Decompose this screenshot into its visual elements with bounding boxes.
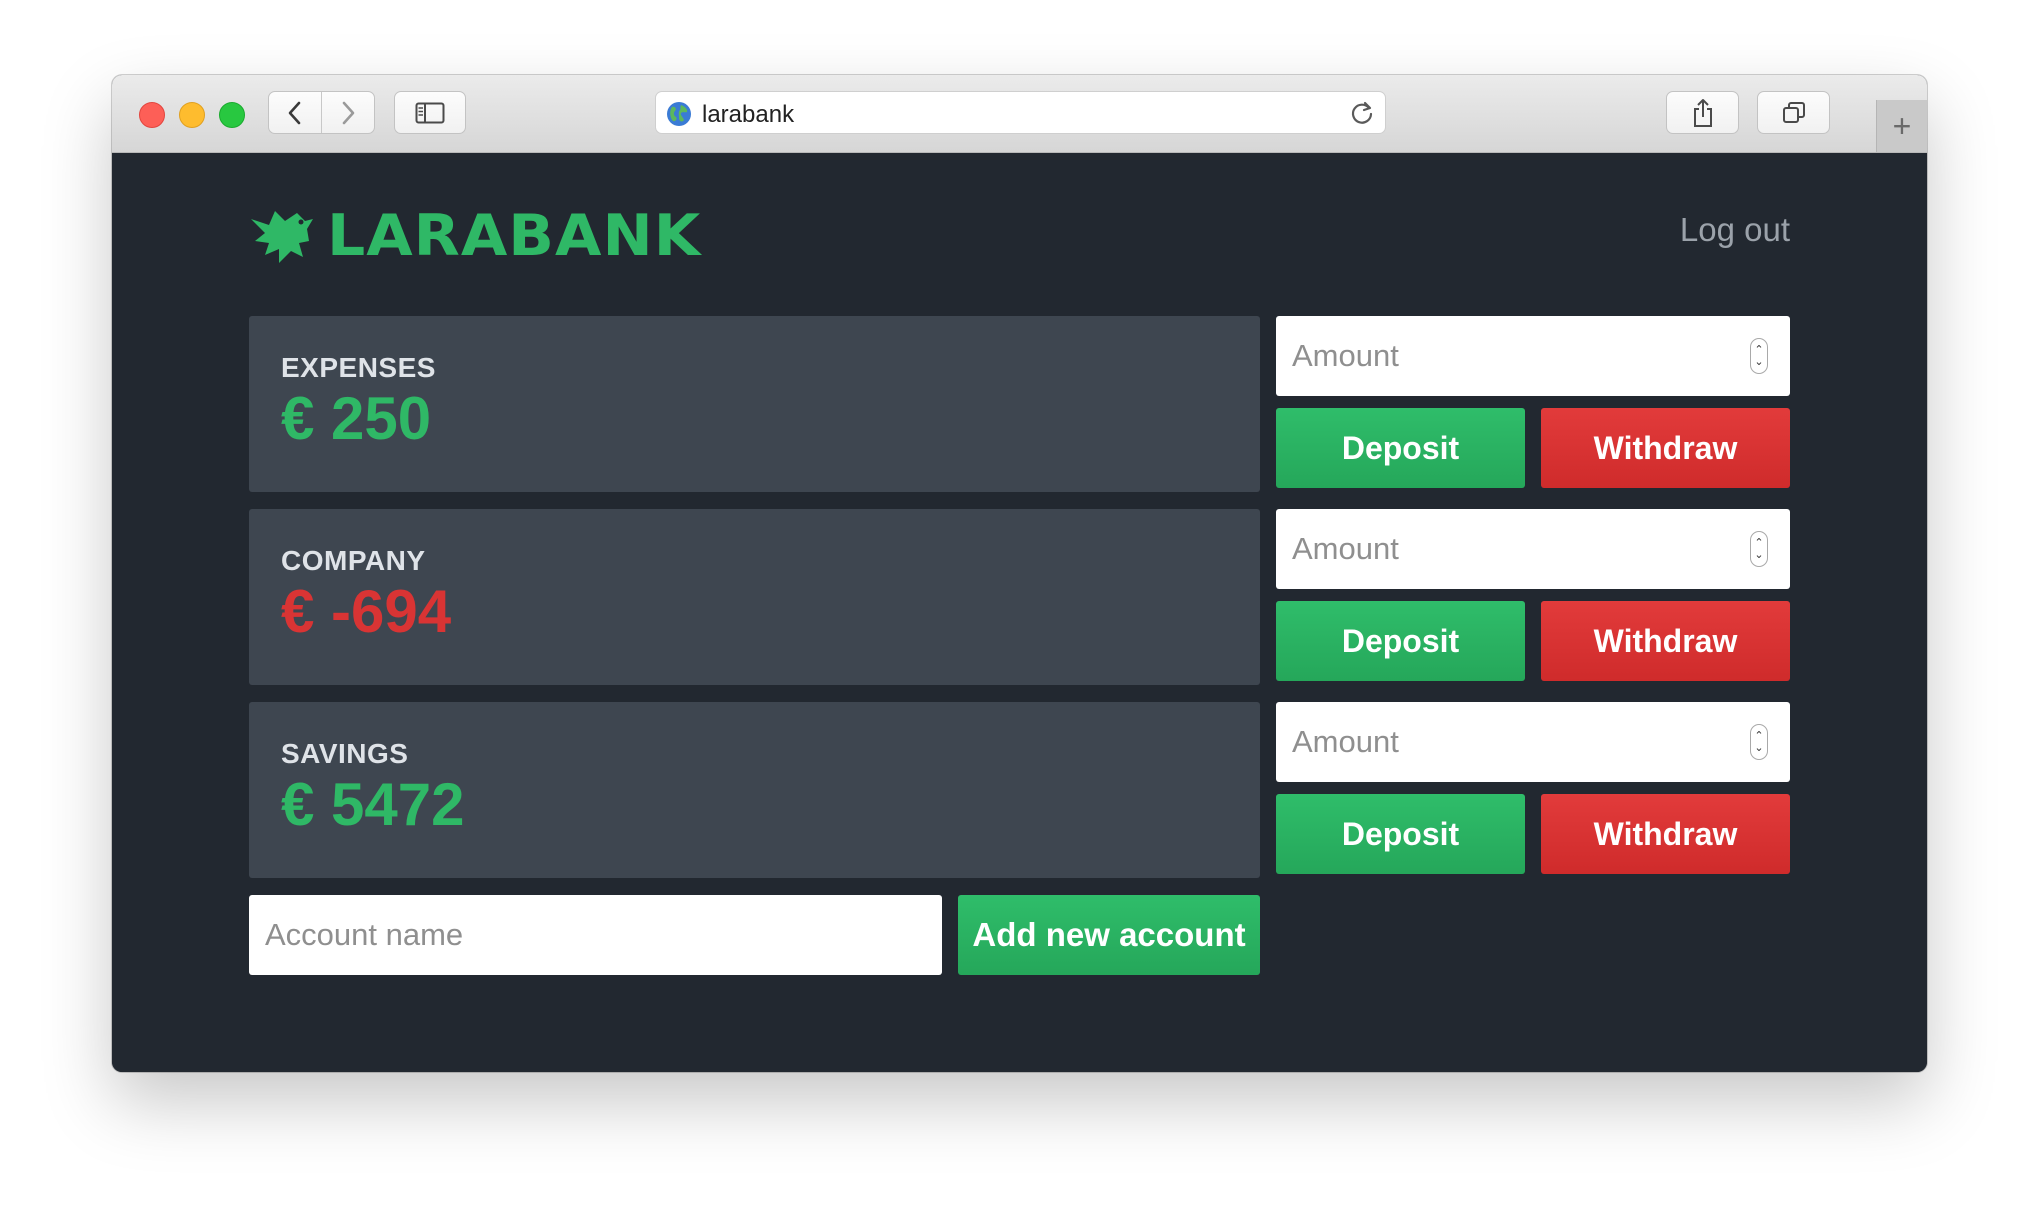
amount-placeholder: Amount bbox=[1292, 724, 1399, 759]
amount-input[interactable]: Amount ⌃ ⌄ bbox=[1276, 702, 1790, 782]
browser-toolbar: larabank + bbox=[112, 75, 1927, 153]
reload-icon[interactable] bbox=[1349, 99, 1375, 127]
account-name: COMPANY bbox=[281, 545, 426, 576]
page-content: LARABANK Log out EXPENSES € 250 Amount ⌃… bbox=[112, 153, 1927, 1072]
number-stepper-icon[interactable]: ⌃ ⌄ bbox=[1750, 338, 1768, 374]
account-balance: € 5472 bbox=[281, 771, 465, 838]
address-bar[interactable]: larabank bbox=[655, 91, 1386, 134]
history-navigation bbox=[268, 91, 375, 134]
account-card-company: COMPANY € -694 bbox=[249, 509, 1260, 685]
share-button[interactable] bbox=[1666, 91, 1739, 134]
bird-logo-icon bbox=[251, 211, 313, 263]
globe-icon bbox=[667, 102, 691, 126]
forward-button[interactable] bbox=[321, 92, 374, 133]
brand-logo[interactable]: LARABANK bbox=[249, 201, 701, 271]
deposit-button[interactable]: Deposit bbox=[1276, 408, 1525, 488]
chevron-left-icon bbox=[288, 101, 301, 124]
minimize-window-button[interactable] bbox=[179, 102, 205, 128]
logout-link[interactable]: Log out bbox=[1680, 211, 1790, 249]
chevron-right-icon bbox=[342, 101, 355, 124]
account-card-expenses: EXPENSES € 250 bbox=[249, 316, 1260, 492]
amount-placeholder: Amount bbox=[1292, 338, 1399, 373]
plus-icon: + bbox=[1892, 107, 1912, 144]
withdraw-button[interactable]: Withdraw bbox=[1541, 601, 1790, 681]
number-stepper-icon[interactable]: ⌃ ⌄ bbox=[1750, 724, 1768, 760]
share-icon bbox=[1693, 98, 1712, 127]
withdraw-button[interactable]: Withdraw bbox=[1541, 408, 1790, 488]
account-name: SAVINGS bbox=[281, 738, 409, 769]
account-name-placeholder: Account name bbox=[265, 917, 464, 952]
sidebar-icon bbox=[415, 102, 445, 123]
amount-input[interactable]: Amount ⌃ ⌄ bbox=[1276, 509, 1790, 589]
withdraw-button[interactable]: Withdraw bbox=[1541, 794, 1790, 874]
account-card-savings: SAVINGS € 5472 bbox=[249, 702, 1260, 878]
number-stepper-icon[interactable]: ⌃ ⌄ bbox=[1750, 531, 1768, 567]
amount-input[interactable]: Amount ⌃ ⌄ bbox=[1276, 316, 1790, 396]
maximize-window-button[interactable] bbox=[219, 102, 245, 128]
brand-name: LARABANK bbox=[327, 202, 702, 270]
new-tab-button[interactable]: + bbox=[1876, 100, 1927, 152]
show-tabs-button[interactable] bbox=[1757, 91, 1830, 134]
close-window-button[interactable] bbox=[139, 102, 165, 128]
account-name-input[interactable]: Account name bbox=[249, 895, 942, 975]
account-balance: € -694 bbox=[281, 578, 452, 645]
tabs-icon bbox=[1782, 101, 1805, 123]
browser-window: larabank + LARABANK Log out EXPENSES € 2… bbox=[112, 75, 1927, 1072]
add-account-button[interactable]: Add new account bbox=[958, 895, 1260, 975]
account-balance: € 250 bbox=[281, 385, 432, 452]
sidebar-toggle-button[interactable] bbox=[394, 91, 466, 134]
back-button[interactable] bbox=[269, 92, 321, 133]
deposit-button[interactable]: Deposit bbox=[1276, 794, 1525, 874]
url-text: larabank bbox=[702, 101, 795, 128]
amount-placeholder: Amount bbox=[1292, 531, 1399, 566]
account-name: EXPENSES bbox=[281, 352, 436, 383]
deposit-button[interactable]: Deposit bbox=[1276, 601, 1525, 681]
